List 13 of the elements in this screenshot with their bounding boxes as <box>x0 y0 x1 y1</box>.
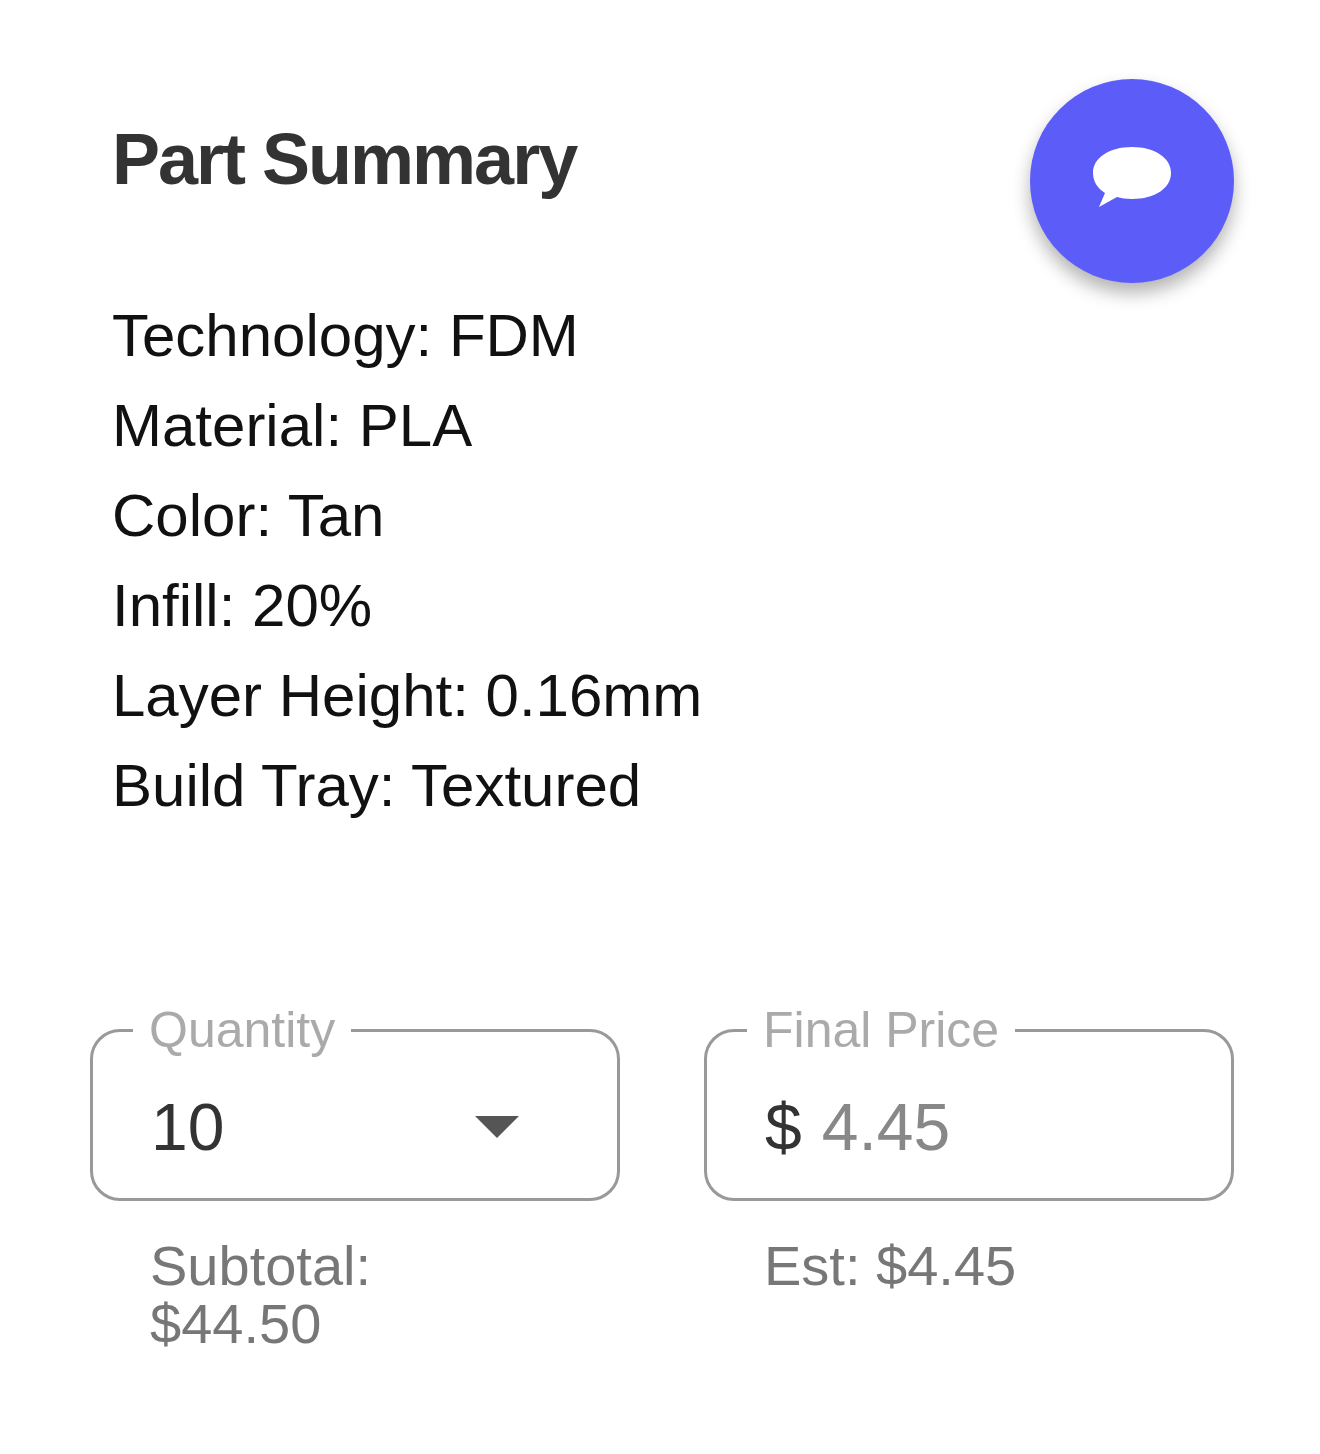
spec-line: Color: Tan <box>112 481 386 551</box>
spec-line: Infill: 20% <box>112 571 374 641</box>
quantity-value: 10 <box>151 1088 225 1165</box>
spec-line: Build Tray: Textured <box>112 751 643 821</box>
spec-line: Layer Height: 0.16mm <box>112 661 704 731</box>
spec-line: Material: PLA <box>112 391 474 461</box>
caret-icon <box>475 1115 519 1138</box>
helper-text: Subtotal: $44.50 <box>150 1237 373 1353</box>
price-value: 4.45 <box>821 1088 951 1165</box>
spec-line: Technology: FDM <box>112 301 580 371</box>
helper-text: Est: $4.45 <box>764 1237 1018 1295</box>
currency-symbol: $ <box>765 1088 802 1165</box>
section-title: Part Summary <box>112 118 577 200</box>
